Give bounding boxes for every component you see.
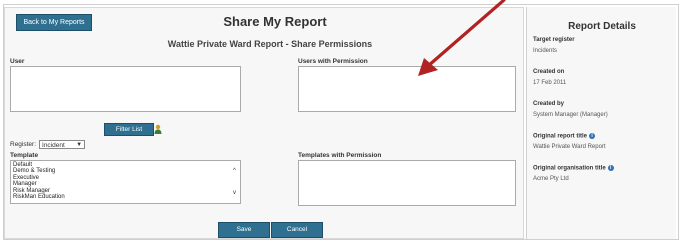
created-on-value: 17 Feb 2011 [533,80,567,86]
chevron-down-icon: ▼ [76,142,83,148]
created-by-label: Created by [533,101,565,107]
original-organisation-title-label: Original organisation title i [533,165,614,172]
report-details-panel: Report Details Target register Incidents… [526,7,676,239]
save-button[interactable]: Save [218,222,270,238]
user-filter-icon[interactable] [154,124,162,134]
report-details-title: Report Details [568,21,636,32]
target-register-label: Target register [533,37,575,43]
scroll-up-icon[interactable]: ^ [233,168,236,174]
users-with-permission-label: Users with Permission [298,58,368,65]
created-on-label: Created on [533,69,565,75]
annotation-arrow-icon [418,0,506,76]
target-register-value: Incidents [533,48,558,54]
user-label: User [10,58,25,65]
register-select[interactable]: Incident ▼ [39,140,86,149]
page-title: Share My Report [223,14,327,29]
register-selected-value: Incident [42,142,65,149]
back-to-my-reports-button[interactable]: Back to My Reports [16,14,92,31]
original-report-title-value: Wattie Private Ward Report [533,144,606,150]
original-organisation-title-label-text: Original organisation title [533,165,606,172]
template-label: Template [10,152,39,159]
filter-list-button[interactable]: Filter List [104,123,154,136]
register-label: Register: [10,141,37,148]
template-list[interactable]: Default Demo & Testing Executive Manager… [10,160,241,204]
original-report-title-label: Original report title i [533,133,596,140]
templates-with-permission-label: Templates with Permission [298,152,382,159]
created-by-value: System Manager (Manager) [533,112,608,118]
template-scrollbar[interactable]: ^ v [232,162,239,202]
register-row: Register: Incident ▼ [10,140,86,149]
original-report-title-label-text: Original report title [533,133,588,140]
templates-with-permission-list[interactable] [298,160,516,206]
list-item[interactable]: RiskMan Education [13,194,238,200]
scroll-down-icon[interactable]: v [233,190,236,196]
page-subtitle: Wattie Private Ward Report - Share Permi… [167,39,373,49]
info-icon[interactable]: i [607,165,614,171]
user-list[interactable] [10,66,241,112]
cancel-button[interactable]: Cancel [271,222,323,238]
info-icon[interactable]: i [589,133,596,139]
original-organisation-title-value: Acme Pty Ltd [533,176,569,182]
